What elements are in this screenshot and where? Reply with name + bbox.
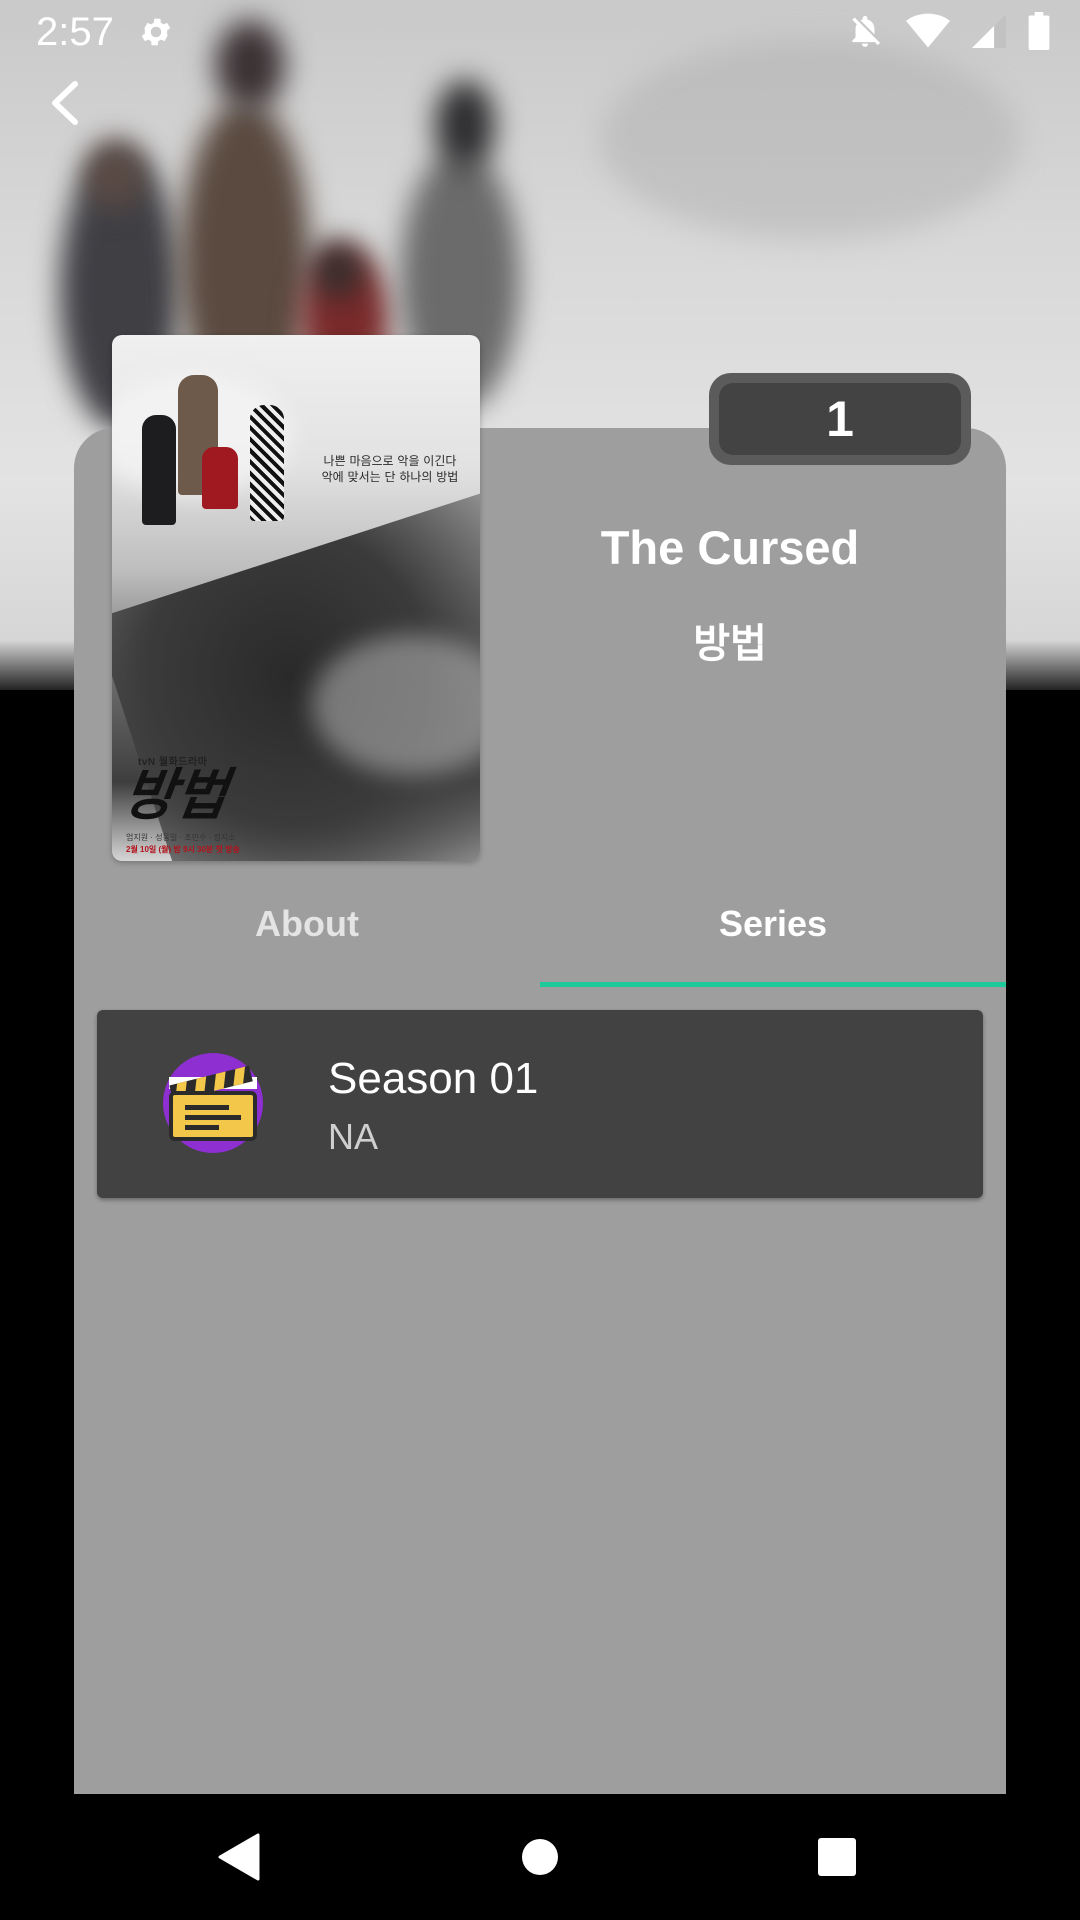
bg-figure-head (310, 240, 365, 300)
season-subtitle: NA (328, 1116, 379, 1157)
bg-smoke (600, 40, 1020, 240)
season-list-item[interactable]: Season 01 NA (97, 1010, 983, 1198)
season-name: Season 01 (328, 1054, 539, 1103)
back-button[interactable] (34, 70, 94, 136)
navigation-bar (0, 1794, 1080, 1920)
poster-figure (250, 405, 284, 521)
tab-bar: About Series (74, 880, 1006, 988)
wifi-icon (906, 13, 950, 48)
nav-home-button[interactable] (508, 1825, 572, 1889)
bg-figure-head (435, 80, 495, 170)
home-circle-icon (522, 1839, 558, 1875)
poster-image[interactable]: 나쁜 마음으로 악을 이긴다 악에 맞서는 단 하나의 방법 tvN 월화드라마… (112, 335, 480, 861)
tab-series[interactable]: Series (540, 880, 1006, 988)
nav-back-button[interactable] (206, 1825, 270, 1889)
chevron-left-icon (52, 81, 78, 125)
nav-recents-button[interactable] (805, 1825, 869, 1889)
battery-icon (1028, 12, 1050, 50)
settings-icon (141, 18, 171, 46)
notifications-off-icon (852, 15, 881, 47)
status-bar: 2:57 (0, 0, 1080, 64)
clapperboard-icon (163, 1053, 263, 1153)
back-triangle-icon (218, 1833, 260, 1881)
poster-figure (202, 447, 238, 509)
title-korean: 방법 (693, 622, 767, 666)
bg-figure-head (85, 140, 145, 210)
poster-tagline: 나쁜 마음으로 악을 이긴다 악에 맞서는 단 하나의 방법 (321, 454, 459, 484)
poster-credits: 엄지원 · 성동일 · 조민수 · 정지소 (126, 833, 236, 842)
tab-about[interactable]: About (74, 880, 540, 988)
tab-indicator (540, 982, 1006, 987)
poster-title: 방법 (119, 762, 232, 828)
season-count-badge: 1 (719, 383, 961, 455)
status-time: 2:57 (36, 10, 114, 54)
recents-square-icon (818, 1838, 856, 1876)
title-english: The Cursed (600, 521, 860, 574)
poster-figure (142, 415, 176, 525)
poster-date: 2월 10일 (월) 밤 9시 30분 첫 방송 (126, 845, 240, 854)
signal-icon (972, 14, 1006, 48)
